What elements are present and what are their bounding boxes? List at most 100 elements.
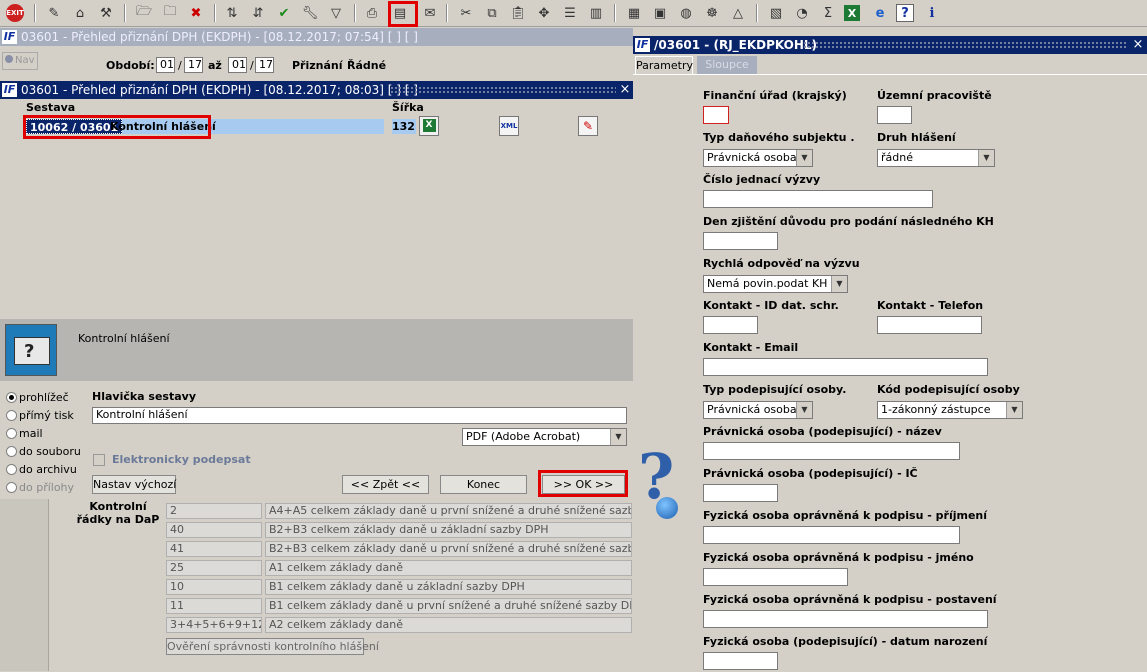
mountain-icon[interactable]: △ bbox=[728, 3, 748, 23]
kontakt-id-input[interactable] bbox=[703, 316, 758, 334]
close-icon[interactable]: × bbox=[1131, 36, 1145, 54]
sort-desc-icon[interactable]: ⇵ bbox=[248, 3, 268, 23]
fo-postaveni-input[interactable] bbox=[703, 610, 988, 628]
typ-subjektu-select[interactable]: Právnická osoba ▼ bbox=[703, 149, 813, 167]
cut-icon[interactable]: ✂ bbox=[456, 3, 476, 23]
radio-do-souboru[interactable] bbox=[6, 446, 17, 457]
radio-do-prilohy[interactable] bbox=[6, 482, 17, 493]
from-month-field[interactable]: 01 bbox=[156, 57, 175, 73]
control-line-description[interactable]: B2+B3 celkem základy daně u základní saz… bbox=[265, 522, 632, 538]
fo-prijmeni-input[interactable] bbox=[703, 526, 960, 544]
control-line-description[interactable]: B1 celkem základy daně u základní sazby … bbox=[265, 579, 632, 595]
columns-icon[interactable]: ▥ bbox=[586, 3, 606, 23]
folder-delete-icon[interactable]: ✖ bbox=[186, 3, 206, 23]
kod-podepisujici-select[interactable]: 1-zákonný zástupce ▼ bbox=[877, 401, 1023, 419]
radio-mail[interactable] bbox=[6, 428, 17, 439]
den-zjisteni-input[interactable] bbox=[703, 232, 778, 250]
radio-do-souboru-label: do souboru bbox=[19, 445, 81, 458]
end-button[interactable]: Konec bbox=[440, 475, 527, 494]
control-line-description[interactable]: B1 celkem základy daně u první snížené a… bbox=[265, 598, 632, 614]
typ-podepisujici-select[interactable]: Právnická osoba ▼ bbox=[703, 401, 813, 419]
control-line-description[interactable]: A2 celkem základy daně bbox=[265, 617, 632, 633]
exit-icon[interactable]: EXIT bbox=[6, 4, 24, 22]
home-icon[interactable]: ⌂ bbox=[70, 3, 90, 23]
info-icon[interactable]: i bbox=[922, 3, 942, 23]
tab-sloupce[interactable]: Sloupce bbox=[697, 56, 757, 74]
clock-icon[interactable]: ◔ bbox=[792, 3, 812, 23]
excel-icon[interactable]: X bbox=[844, 5, 860, 21]
verify-button[interactable]: Ověření správnosti kontrolního hlášení bbox=[166, 638, 379, 655]
tools-icon[interactable]: ⚒ bbox=[96, 3, 116, 23]
folder-edit-icon[interactable]: 🗀 bbox=[160, 3, 180, 23]
format-select[interactable]: PDF (Adobe Acrobat) ▼ bbox=[462, 428, 627, 446]
move-icon[interactable]: ✥ bbox=[534, 3, 554, 23]
back-window-filter-bar: Nav Období: 01 / 17 až 01 / 17 Přiznání … bbox=[0, 46, 633, 80]
fo-jmeno-input[interactable] bbox=[703, 568, 848, 586]
globe-icon[interactable]: ◍ bbox=[676, 3, 696, 23]
excel-export-button[interactable]: X bbox=[419, 116, 439, 136]
copy-icon[interactable]: ⧉ bbox=[482, 3, 502, 23]
explorer-icon[interactable]: e bbox=[870, 3, 890, 23]
fo-datum-input[interactable] bbox=[703, 652, 778, 670]
set-default-button[interactable]: Nastav výchozí bbox=[92, 475, 176, 494]
cislo-jednaci-input[interactable] bbox=[703, 190, 933, 208]
help-icon[interactable]: ? bbox=[896, 4, 914, 22]
sign-label: Elektronicky podepsat bbox=[112, 453, 251, 466]
mail-icon[interactable]: ✉ bbox=[420, 3, 440, 23]
calculator-icon[interactable]: ▦ bbox=[624, 3, 644, 23]
nav-button[interactable]: Nav bbox=[2, 52, 38, 70]
filter-icon[interactable]: ▽ bbox=[326, 3, 346, 23]
from-year-field[interactable]: 17 bbox=[184, 57, 203, 73]
control-line-code[interactable]: 10 bbox=[166, 579, 262, 595]
chevron-down-icon: ▼ bbox=[610, 429, 626, 445]
to-month-field[interactable]: 01 bbox=[228, 57, 247, 73]
priznani-label: Přiznání bbox=[292, 59, 343, 72]
back-button[interactable]: << Zpět << bbox=[342, 475, 429, 494]
toolbar-separator bbox=[614, 4, 616, 22]
po-ic-input[interactable] bbox=[703, 484, 778, 502]
check-icon[interactable]: ✔ bbox=[274, 3, 294, 23]
save-icon[interactable]: ▣ bbox=[650, 3, 670, 23]
control-line-description[interactable]: A4+A5 celkem základy daně u první snížen… bbox=[265, 503, 632, 519]
az-label: až bbox=[208, 59, 222, 72]
print-icon[interactable]: ⎙ bbox=[362, 3, 382, 23]
folder-key-icon[interactable]: 🗁 bbox=[134, 3, 154, 23]
hlavicka-input[interactable]: Kontrolní hlášení bbox=[92, 407, 627, 424]
highlight-report-row bbox=[23, 115, 211, 139]
sign-checkbox[interactable] bbox=[93, 454, 105, 466]
xml-export-button[interactable]: XML bbox=[499, 116, 519, 136]
tab-parametry[interactable]: Parametry bbox=[635, 56, 693, 74]
sirka-header: Šířka bbox=[392, 101, 424, 114]
helm-icon[interactable]: ☸ bbox=[702, 3, 722, 23]
edit-report-button[interactable]: ✎ bbox=[578, 116, 598, 136]
financni-urad-input[interactable] bbox=[703, 106, 729, 124]
radio-do-archivu[interactable] bbox=[6, 464, 17, 475]
control-line-code[interactable]: 40 bbox=[166, 522, 262, 538]
control-line-description[interactable]: A1 celkem základy daně bbox=[265, 560, 632, 576]
sort-asc-icon[interactable]: ⇅ bbox=[222, 3, 242, 23]
edit-icon[interactable]: ✎ bbox=[44, 3, 64, 23]
list-icon[interactable]: ☰ bbox=[560, 3, 580, 23]
kontakt-email-input[interactable] bbox=[703, 358, 988, 376]
control-line-code[interactable]: 3+4+5+6+9+12+13 bbox=[166, 617, 262, 633]
to-year-field[interactable]: 17 bbox=[255, 57, 274, 73]
control-line-code[interactable]: 41 bbox=[166, 541, 262, 557]
paste-icon[interactable]: 📋︎ bbox=[508, 3, 528, 23]
report-icon[interactable]: ▧ bbox=[766, 3, 786, 23]
po-nazev-input[interactable] bbox=[703, 442, 960, 460]
sum-icon[interactable]: Σ bbox=[818, 3, 838, 23]
wrench-icon[interactable]: 🔧︎ bbox=[300, 3, 320, 23]
edit-report-icon: ✎ bbox=[582, 119, 594, 133]
radio-prohlizec[interactable] bbox=[6, 392, 17, 403]
control-line-description[interactable]: B2+B3 celkem základy daně u první snížen… bbox=[265, 541, 632, 557]
rychla-odpoved-select[interactable]: Nemá povin.podat KH ▼ bbox=[703, 275, 848, 293]
close-icon[interactable]: × bbox=[618, 81, 632, 99]
uzemni-pracoviste-input[interactable] bbox=[877, 106, 912, 124]
front-window-title: 03601 - Přehled přiznání DPH (EKDPH) - [… bbox=[21, 83, 418, 97]
radio-primy-tisk[interactable] bbox=[6, 410, 17, 421]
kontakt-telefon-input[interactable] bbox=[877, 316, 982, 334]
control-line-code[interactable]: 25 bbox=[166, 560, 262, 576]
control-line-code[interactable]: 2 bbox=[166, 503, 262, 519]
druh-hlaseni-select[interactable]: řádné ▼ bbox=[877, 149, 995, 167]
control-line-code[interactable]: 11 bbox=[166, 598, 262, 614]
